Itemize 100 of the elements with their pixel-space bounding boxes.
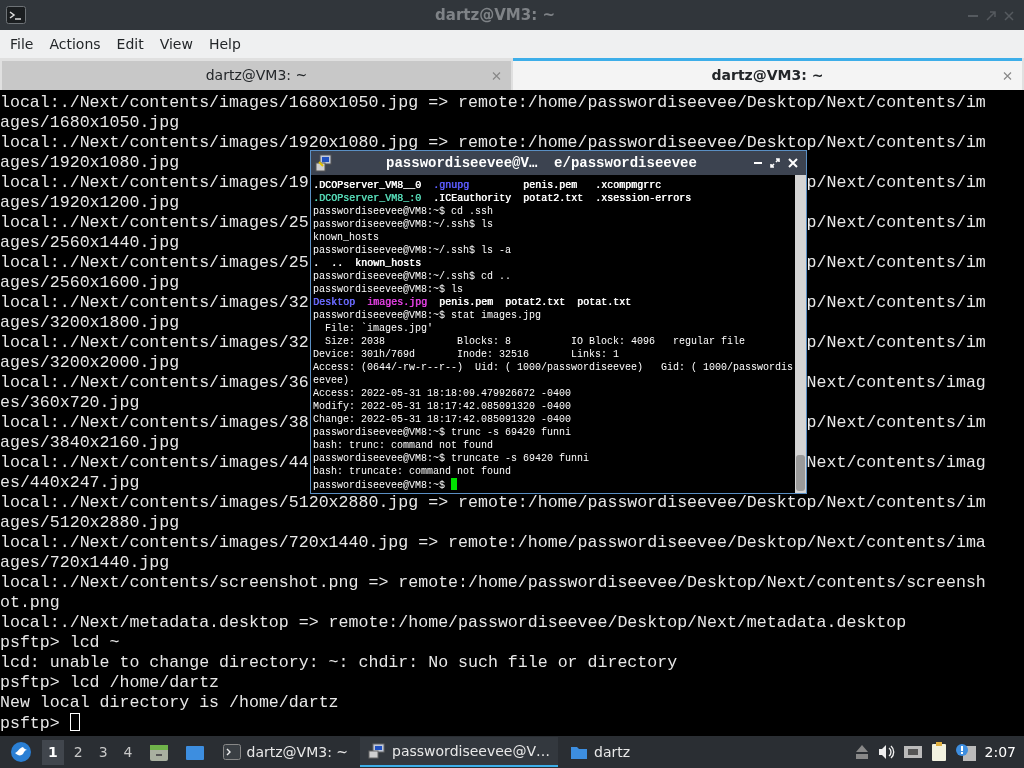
maximize-icon — [986, 11, 996, 21]
file-name: potat2.txt — [523, 192, 584, 205]
terminal-icon — [222, 744, 241, 760]
terminal-line: local:./Next/contents/images/720x1440.jpg => remote:/home/passwordiseevee/Desktop/Next/contents/ima — [0, 533, 986, 552]
terminal-line: File: `images.jpg' — [324, 323, 434, 334]
terminal-line: eevee) — [313, 375, 349, 386]
file-name: .DCOPserver_VM8_:0 — [313, 192, 422, 205]
terminal-line: passwordiseevee@VM8:~$ trunc -s 69420 funni — [313, 427, 572, 438]
terminal-line: Device: 301h/769d Inode: 32516 Links: 1 — [313, 349, 620, 360]
volume-icon[interactable] — [876, 744, 895, 760]
scrollbar[interactable] — [795, 175, 806, 493]
terminal-line: Next/contents/imag — [806, 453, 986, 473]
terminal-tab[interactable]: dartz@VM3: ~ — [513, 58, 1022, 90]
file-name: .ICEauthority — [433, 192, 512, 205]
terminal-line: ot.png — [0, 593, 60, 612]
terminal-line: passwordiseevee@VM8:~$ cd .ssh — [313, 206, 494, 217]
terminal-line: Access: (0644/-rw-r--r--) Uid: ( 1000/passwordiseevee) Gid: ( 1000/passwordis — [313, 362, 794, 373]
terminal-line: p/Next/contents/im — [806, 293, 986, 313]
terminal-line: ages/720x1440.jpg — [0, 553, 170, 572]
terminal-line: passwordiseevee@VM8:~$ truncate -s 69420 funni — [313, 453, 590, 464]
terminal-line: local:./Next/contents/images/5120x2880.jpg => remote:/home/passwordiseevee/Desktop/Next/contents/im — [0, 493, 986, 512]
terminal-tab[interactable]: dartz@VM3: ~ — [2, 61, 511, 90]
workspace-button[interactable]: 1 — [42, 739, 64, 765]
network-icon — [368, 743, 387, 759]
menu-item[interactable]: Edit — [108, 31, 152, 57]
window-title: passwordiseevee@V… e/passwordiseevee — [385, 154, 698, 173]
terminal-line: passwordiseevee@VM8:~/.ssh$ ls — [313, 219, 494, 230]
menu-item[interactable]: View — [151, 31, 201, 57]
terminal-line: Access: 2022-05-31 18:18:09.479926672 -0400 — [313, 388, 572, 399]
file-name: penis.pem — [523, 179, 579, 192]
folder-icon — [570, 744, 588, 760]
logo-icon — [10, 741, 32, 763]
terminal-line: p/Next/contents/im — [806, 253, 986, 273]
terminal-line: ages/1920x1200.jpg — [0, 193, 180, 212]
workspace-button[interactable]: 4 — [117, 739, 139, 765]
terminal-line: psftp> — [0, 714, 61, 733]
terminal-line: local:./Next/contents/images/44 — [0, 453, 309, 473]
terminal-line: psftp> lcd /home/dartz — [0, 673, 220, 692]
terminal-line: es/360x720.jpg — [0, 393, 140, 412]
terminal-line: passwordiseevee@VM8:~$ stat images.jpg — [313, 310, 542, 321]
file-name: potat.txt — [577, 296, 632, 309]
terminal-line: local:./Next/metadata.desktop => remote:/home/passwordiseevee/Desktop/Next/metadata.desktop — [0, 613, 907, 632]
terminal-line: ages/5120x2880.jpg — [0, 513, 180, 532]
eject-icon[interactable] — [854, 744, 869, 760]
terminal-line: ages/3200x1800.jpg — [0, 313, 180, 332]
workspace-button[interactable]: 3 — [92, 739, 114, 765]
close-icon — [1004, 11, 1014, 21]
terminal-line: bash: truncate: command not found — [313, 466, 512, 477]
scrollbar-thumb[interactable] — [796, 455, 805, 491]
terminal-line: bash: trunc: command not found — [313, 440, 494, 451]
taskbar-task[interactable]: dartz — [562, 737, 639, 767]
close-icon — [492, 71, 501, 81]
terminal-line: New local directory is /home/dartz — [0, 693, 339, 712]
terminal-line: p/Next/contents/im — [806, 413, 986, 433]
terminal-line: known_hosts — [313, 232, 379, 243]
desktop-icon — [184, 743, 205, 762]
terminal-line: local:./Next/contents/screenshot.png => remote:/home/passwordiseevee/Desktop/Next/contents/screensh — [0, 573, 986, 592]
terminal-line: local:./Next/contents/images/38 — [0, 413, 309, 433]
terminal-line: ages/1920x1080.jpg — [0, 153, 180, 172]
terminal-line: passwordiseevee@VM8:~$ — [313, 480, 447, 491]
terminal-line: local:./Next/contents/images/1920x1080.jpg => remote:/home/passwordiseevee/Desktop/Next/contents/im — [0, 133, 986, 152]
terminal-line: es/440x247.jpg — [0, 473, 140, 492]
taskbar-task[interactable]: passwordiseevee@V… — [360, 737, 558, 767]
terminal-line: local:./Next/contents/images/36 — [0, 373, 309, 393]
terminal-line: local:./Next/contents/images/32 — [0, 333, 309, 353]
file-name: .gnupg — [433, 179, 471, 192]
terminal-line: local:./Next/contents/images/32 — [0, 293, 309, 313]
file-name: . — [313, 257, 319, 270]
cursor — [451, 478, 458, 490]
network-icon[interactable] — [902, 744, 923, 760]
clock[interactable]: 2:07 — [984, 741, 1020, 763]
network-icon — [315, 154, 333, 172]
workspace-button[interactable]: 2 — [67, 739, 89, 765]
terminal-line: p/Next/contents/im — [806, 333, 986, 353]
file-name: .DCOPserver_VM8__0 — [313, 179, 422, 192]
clipboard-icon[interactable] — [930, 742, 947, 762]
terminal-line: Next/contents/imag — [806, 373, 986, 393]
menu-item[interactable]: File — [2, 31, 42, 57]
taskbar-task[interactable]: dartz@VM3: ~ — [214, 737, 357, 767]
terminal-line: passwordiseevee@VM8:~/.ssh$ ls -a — [313, 245, 512, 256]
file-name: penis.pem — [439, 296, 494, 309]
close-icon — [788, 158, 798, 169]
terminal-line: local:./Next/contents/images/19 — [0, 173, 309, 193]
terminal-line: passwordiseevee@VM8:~$ ls — [313, 284, 464, 295]
file-name: potat2.txt — [505, 296, 566, 309]
terminal-line: ages/1680x1050.jpg — [0, 113, 180, 132]
terminal-line: local:./Next/contents/images/1680x1050.jpg => remote:/home/passwordiseevee/Desktop/Next/contents/im — [0, 93, 986, 112]
file-name: Desktop — [313, 296, 355, 309]
close-icon — [1003, 71, 1012, 81]
minimize-icon — [968, 15, 978, 17]
file-name: .xcompmgrrc — [595, 179, 663, 192]
terminal-line: lcd: unable to change directory: ~: chdir: No such file or directory — [0, 653, 678, 672]
maximize-icon — [770, 158, 780, 169]
terminal-line: local:./Next/contents/images/25 — [0, 213, 309, 233]
menu-item[interactable]: Actions — [41, 31, 109, 57]
terminal-line: ages/2560x1600.jpg — [0, 273, 180, 292]
terminal-line: Size: 2038 Blocks: 8 IO Block: 4096 regular file — [324, 336, 746, 347]
terminal-line: ages/3840x2160.jpg — [0, 433, 180, 452]
file-name: .xsession-errors — [595, 192, 692, 205]
menu-item[interactable]: Help — [200, 31, 249, 57]
